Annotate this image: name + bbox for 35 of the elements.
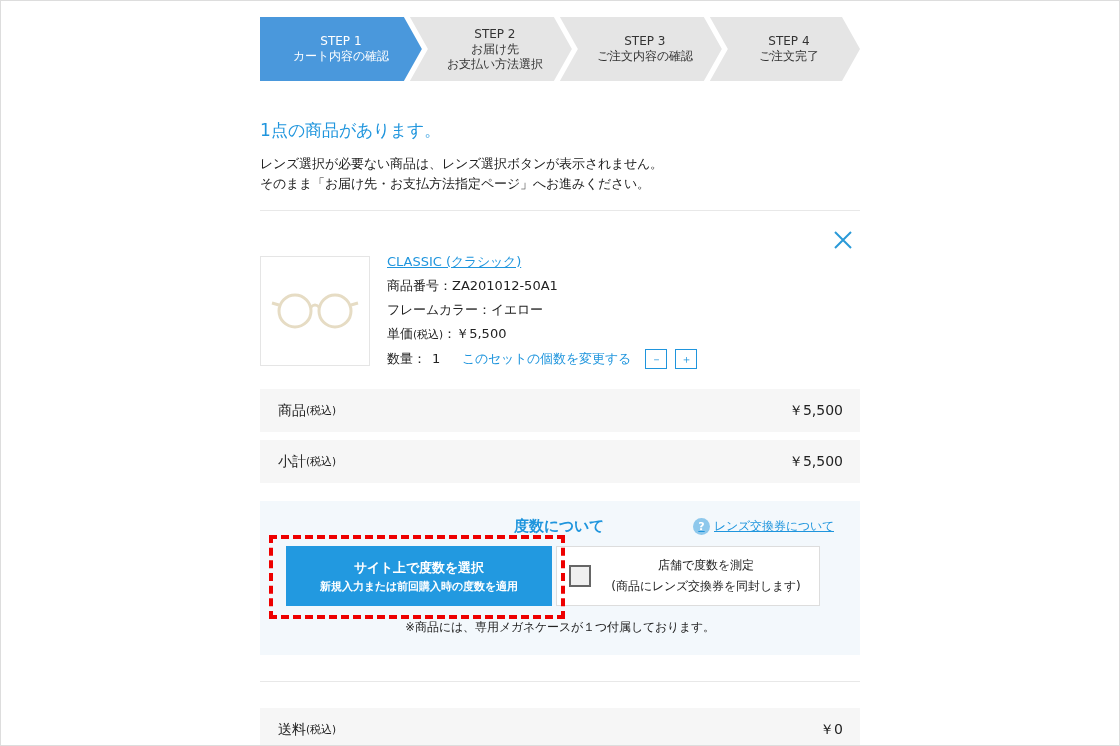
progress-step: STEP 3 ご注文内容の確認 — [559, 17, 722, 81]
decrease-button[interactable]: － — [645, 349, 667, 369]
row-label: 商品 — [278, 401, 306, 420]
checkbox[interactable] — [569, 565, 591, 587]
row-label: 小計 — [278, 452, 306, 471]
increase-button[interactable]: ＋ — [675, 349, 697, 369]
help-icon: ? — [693, 517, 710, 535]
lens-title: 度数について — [514, 516, 604, 536]
product-link[interactable]: CLASSIC (クラシック) — [387, 253, 705, 271]
price-label: 単価 — [387, 325, 413, 343]
change-quantity-link[interactable]: このセットの個数を変更する — [462, 350, 631, 368]
select-online-button[interactable]: サイト上で度数を選択 新規入力または前回購入時の度数を適用 — [286, 546, 552, 606]
notice-text: そのまま「お届け先・お支払方法指定ページ」へお進みください。 — [260, 175, 651, 193]
row-label: 送料 — [278, 720, 306, 739]
close-icon[interactable] — [834, 231, 852, 249]
tax-note: (税込) — [306, 722, 337, 735]
note-text: ※商品には、専用メガネケースが１つ付属しております。 — [404, 620, 716, 635]
row-value: ￥5,500 — [788, 452, 843, 471]
quantity-value: 1 — [432, 350, 442, 368]
quantity-label: 数量： — [387, 350, 426, 368]
measure-in-store-option[interactable]: 店舗で度数を測定 (商品にレンズ交換券を同封します) — [556, 546, 820, 606]
row-value: ￥5,500 — [788, 401, 843, 420]
progress-step: STEP 2 お届け先 お支払い方法選択 — [409, 17, 572, 81]
lens-voucher-link[interactable]: ? レンズ交換券について — [693, 517, 834, 535]
frame-color: フレームカラー：イエロー — [387, 301, 544, 319]
tax-note: (税込) — [306, 403, 337, 418]
product-number: 商品番号：ZA201012-50A1 — [387, 277, 559, 295]
cart-heading: 1点の商品があります。 — [260, 119, 442, 142]
row-value: ￥0 — [820, 720, 843, 739]
tax-note: (税込) — [413, 327, 444, 342]
notice-text: レンズ選択が必要ない商品は、レンズ選択ボタンが表示されません。 — [260, 155, 664, 173]
progress-step: STEP 1 カート内容の確認 — [260, 17, 422, 81]
unit-price: ：￥5,500 — [443, 325, 507, 343]
progress-step: STEP 4 ご注文完了 — [709, 17, 860, 81]
tax-note: (税込) — [306, 454, 337, 467]
